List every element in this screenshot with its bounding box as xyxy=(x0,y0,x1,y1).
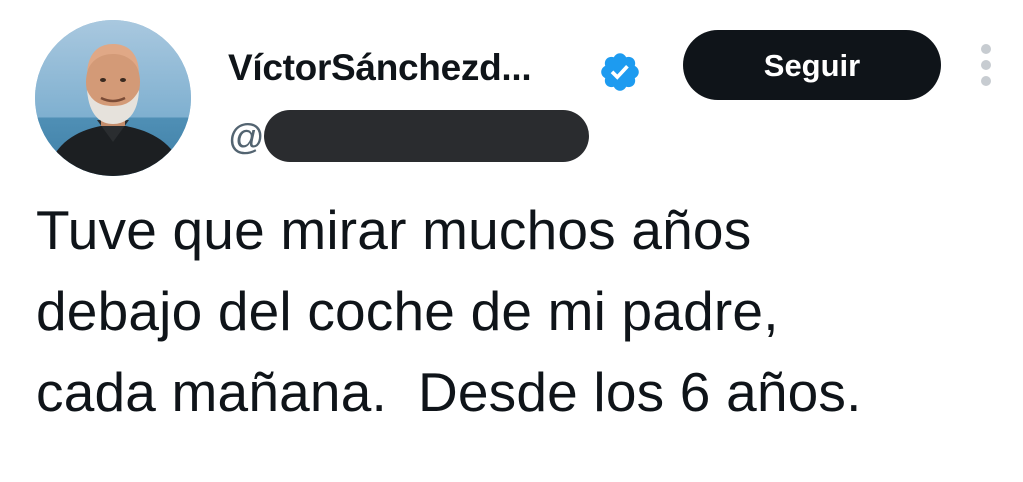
verified-badge-icon xyxy=(601,53,639,91)
avatar-photo xyxy=(35,20,191,176)
tweet-text-line: cada mañana. Desde los 6 años. xyxy=(36,361,862,423)
more-vertical-icon[interactable] xyxy=(972,44,1002,90)
tweet-text-line: debajo del coche de mi padre, xyxy=(36,280,779,342)
author-avatar[interactable] xyxy=(35,20,191,176)
tweet-card: VíctorSánchezd... @ Seguir Tuve que mira… xyxy=(0,0,1023,482)
handle-redaction-bar xyxy=(264,110,589,162)
tweet-text-line: Tuve que mirar muchos años xyxy=(36,199,752,261)
author-display-name[interactable]: VíctorSánchezd... xyxy=(228,46,532,90)
tweet-text: Tuve que mirar muchos años debajo del co… xyxy=(36,190,996,433)
follow-button[interactable]: Seguir xyxy=(683,30,941,100)
handle-at-sign: @ xyxy=(228,116,265,157)
